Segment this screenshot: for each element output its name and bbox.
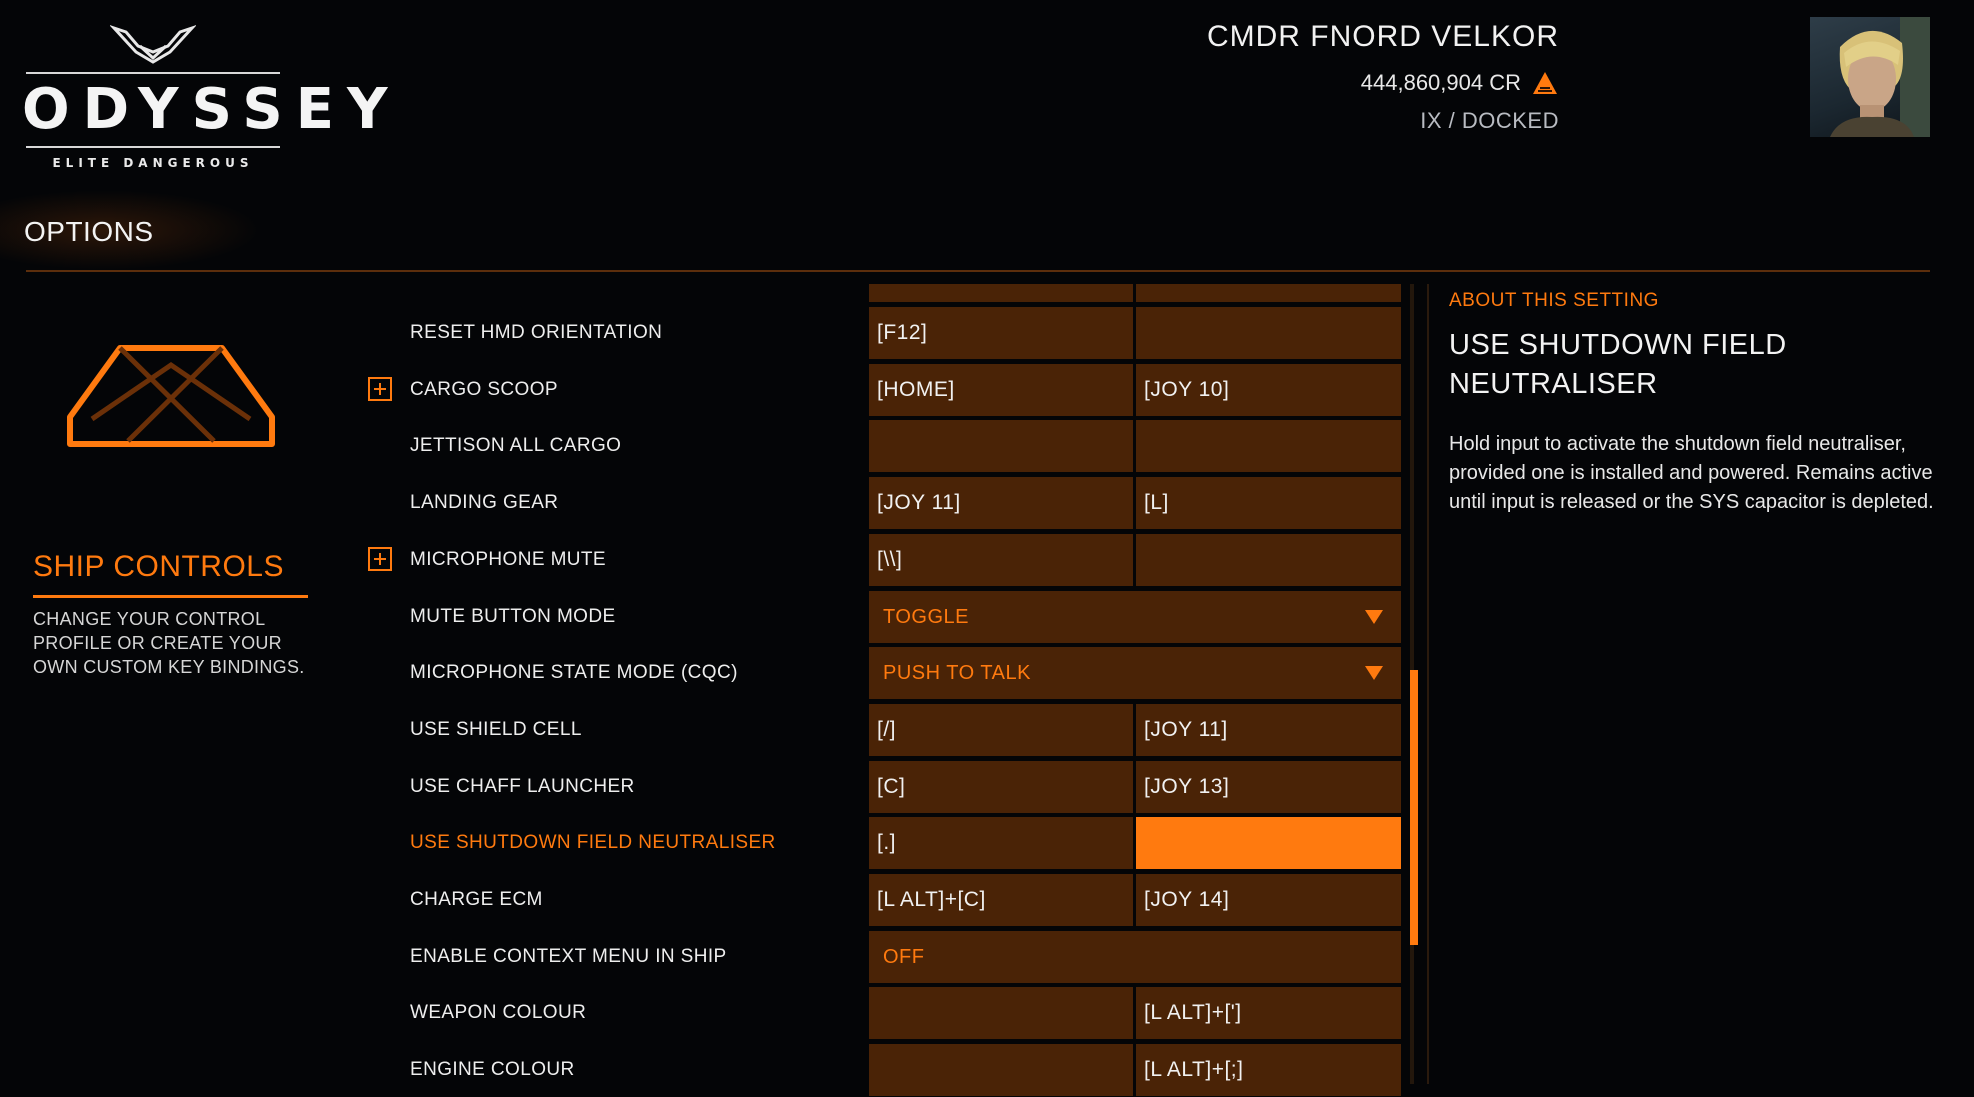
- binding-primary[interactable]: [869, 420, 1133, 472]
- portrait-icon: [1830, 17, 1930, 137]
- binding-row[interactable]: ENABLE CONTEXT MENU IN SHIP OFF: [0, 931, 1420, 983]
- elite-rank-icon: [1533, 72, 1557, 94]
- bindings-list: RESET HMD ORIENTATION [F12] CARGO SCOOP [HO…: [0, 0, 1420, 1097]
- binding-row[interactable]: USE SHIELD CELL [/] [JOY 11]: [0, 704, 1420, 756]
- binding-toggle[interactable]: OFF: [869, 931, 1401, 983]
- binding-primary[interactable]: [.]: [869, 817, 1133, 869]
- binding-label: ENGINE COLOUR: [410, 1059, 575, 1080]
- binding-secondary[interactable]: [L ALT]+[']: [1136, 987, 1401, 1039]
- select-value: TOGGLE: [883, 606, 969, 628]
- binding-secondary[interactable]: [JOY 10]: [1136, 364, 1401, 416]
- binding-secondary[interactable]: [JOY 14]: [1136, 874, 1401, 926]
- binding-secondary[interactable]: [JOY 13]: [1136, 761, 1401, 813]
- plus-icon[interactable]: [368, 377, 392, 401]
- binding-primary[interactable]: [C]: [869, 761, 1133, 813]
- dropdown-arrow-icon: [1365, 610, 1383, 624]
- commander-avatar[interactable]: [1810, 17, 1930, 137]
- binding-label: JETTISON ALL CARGO: [410, 435, 622, 456]
- binding-secondary[interactable]: [JOY 11]: [1136, 704, 1401, 756]
- binding-primary[interactable]: [869, 987, 1133, 1039]
- binding-row[interactable]: MICROPHONE MUTE [\\]: [0, 534, 1420, 586]
- plus-icon[interactable]: [368, 547, 392, 571]
- binding-primary[interactable]: [L ALT]+[C]: [869, 874, 1133, 926]
- binding-secondary[interactable]: [1136, 307, 1401, 359]
- binding-primary[interactable]: [/]: [869, 704, 1133, 756]
- binding-primary-partial[interactable]: [869, 284, 1133, 302]
- binding-label: MICROPHONE MUTE: [410, 549, 606, 570]
- binding-label: WEAPON COLOUR: [410, 1002, 587, 1023]
- binding-secondary[interactable]: [1136, 534, 1401, 586]
- binding-label: USE CHAFF LAUNCHER: [410, 776, 635, 797]
- binding-secondary[interactable]: [1136, 420, 1401, 472]
- binding-label: CARGO SCOOP: [410, 379, 558, 400]
- about-heading: ABOUT THIS SETTING: [1449, 290, 1659, 311]
- binding-label: USE SHIELD CELL: [410, 719, 582, 740]
- binding-label: MUTE BUTTON MODE: [410, 606, 616, 627]
- binding-row[interactable]: RESET HMD ORIENTATION [F12]: [0, 307, 1420, 359]
- binding-select[interactable]: PUSH TO TALK: [869, 647, 1401, 699]
- binding-primary[interactable]: [F12]: [869, 307, 1133, 359]
- binding-row[interactable]: LANDING GEAR [JOY 11] [L]: [0, 477, 1420, 529]
- binding-row-partial: [0, 284, 1420, 302]
- binding-primary[interactable]: [HOME]: [869, 364, 1133, 416]
- binding-row[interactable]: CHARGE ECM [L ALT]+[C] [JOY 14]: [0, 874, 1420, 926]
- binding-row[interactable]: CARGO SCOOP [HOME] [JOY 10]: [0, 364, 1420, 416]
- panel-divider: [1427, 284, 1429, 1084]
- scrollbar-thumb[interactable]: [1410, 670, 1418, 945]
- binding-row[interactable]: JETTISON ALL CARGO: [0, 420, 1420, 472]
- binding-label: LANDING GEAR: [410, 492, 559, 513]
- about-title: USE SHUTDOWN FIELD NEUTRALISER: [1449, 329, 1787, 400]
- binding-row[interactable]: WEAPON COLOUR [L ALT]+[']: [0, 987, 1420, 1039]
- binding-secondary[interactable]: [L]: [1136, 477, 1401, 529]
- binding-row[interactable]: USE SHUTDOWN FIELD NEUTRALISER [.]: [0, 817, 1420, 869]
- binding-row[interactable]: ENGINE COLOUR [L ALT]+[;]: [0, 1044, 1420, 1096]
- binding-primary[interactable]: [\\]: [869, 534, 1133, 586]
- location-status: IX / DOCKED: [1420, 108, 1559, 133]
- dropdown-arrow-icon: [1365, 666, 1383, 680]
- binding-secondary[interactable]: [L ALT]+[;]: [1136, 1044, 1401, 1096]
- binding-label: ENABLE CONTEXT MENU IN SHIP: [410, 946, 727, 967]
- binding-label: MICROPHONE STATE MODE (CQC): [410, 662, 738, 683]
- select-value: PUSH TO TALK: [883, 662, 1031, 684]
- binding-label: USE SHUTDOWN FIELD NEUTRALISER: [410, 832, 776, 853]
- binding-row[interactable]: USE CHAFF LAUNCHER [C] [JOY 13]: [0, 761, 1420, 813]
- binding-primary[interactable]: [869, 1044, 1133, 1096]
- binding-label: CHARGE ECM: [410, 889, 543, 910]
- binding-secondary-partial[interactable]: [1136, 284, 1401, 302]
- binding-secondary[interactable]: [1136, 817, 1401, 869]
- binding-row[interactable]: MUTE BUTTON MODE TOGGLE: [0, 591, 1420, 643]
- about-description: Hold input to activate the shutdown fiel…: [1449, 433, 1934, 513]
- binding-primary[interactable]: [JOY 11]: [869, 477, 1133, 529]
- binding-label: RESET HMD ORIENTATION: [410, 322, 663, 343]
- binding-row[interactable]: MICROPHONE STATE MODE (CQC) PUSH TO TALK: [0, 647, 1420, 699]
- binding-select[interactable]: TOGGLE: [869, 591, 1401, 643]
